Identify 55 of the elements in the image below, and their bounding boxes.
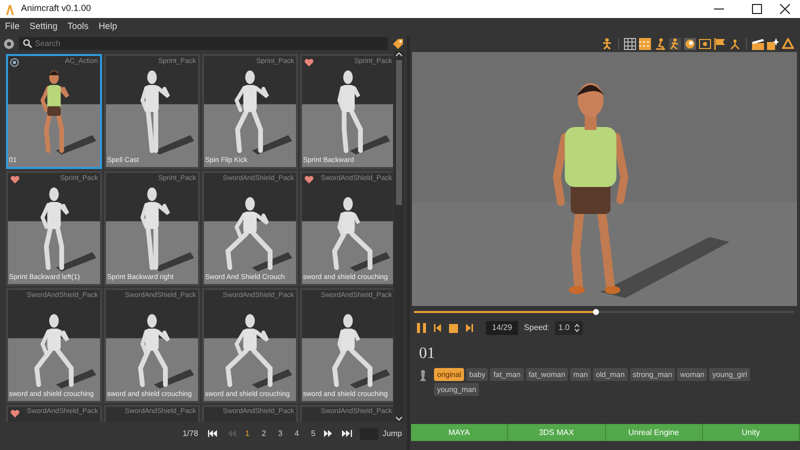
page-link[interactable]: 1 [241,428,254,440]
tag-icon[interactable] [392,38,404,50]
grid-icon[interactable] [624,38,636,50]
target-icon [10,58,19,67]
search-field[interactable]: Search [19,37,388,50]
animation-title: 01 [419,346,436,362]
heart-icon[interactable] [304,58,314,67]
speed-field[interactable]: 1.0 [555,321,584,335]
running-figure-icon[interactable] [669,38,681,50]
close-icon[interactable] [780,4,790,14]
speed-label: Speed: [524,322,550,334]
sphere-icon[interactable] [684,38,696,50]
app-logo-icon [5,4,15,14]
sparkle-icon[interactable] [767,38,779,50]
heart-icon[interactable] [304,175,314,184]
last-page-icon[interactable] [341,429,352,438]
checker-icon[interactable] [639,38,651,50]
step-forward-icon[interactable] [464,323,474,333]
page-link[interactable]: 2 [258,428,270,440]
export-button[interactable]: 3DS MAX [508,424,606,441]
seated-figure-icon[interactable] [654,38,666,50]
search-icon [23,39,32,48]
jump-label: Jump [382,428,402,440]
page-summary: 1/78 [182,428,198,440]
scroll-down-icon[interactable] [394,415,404,422]
page-link[interactable]: 3 [274,428,287,440]
scroll-up-icon[interactable] [394,51,404,58]
export-button[interactable]: Unreal Engine [606,424,703,441]
step-back-icon[interactable] [433,323,443,333]
menu-item[interactable]: Setting [24,20,63,34]
skeleton-icon[interactable] [729,38,741,50]
window-title: Animcraft v0.1.00 [21,2,92,16]
figure-icon [419,370,427,381]
page-link[interactable]: 5 [306,428,320,440]
heart-icon[interactable] [10,409,20,418]
heart-icon[interactable] [10,175,20,184]
clapperboard-icon[interactable] [752,38,764,50]
person-icon[interactable] [601,38,613,50]
flag-icon[interactable] [714,38,726,50]
pause-icon[interactable] [416,322,427,334]
menu-item[interactable]: Tools [62,20,94,34]
menu-item[interactable]: File [0,20,25,34]
page-link[interactable]: 4 [290,428,303,440]
timeline-slider[interactable] [414,311,794,313]
slider-thumb[interactable] [593,309,600,315]
export-button[interactable]: Unity [702,424,800,441]
export-button[interactable]: MAYA [411,424,508,441]
next-page-icon[interactable] [323,429,334,438]
screen-icon[interactable] [699,38,711,50]
maximize-icon[interactable] [752,4,762,14]
scrollbar[interactable] [394,51,404,422]
first-page-icon[interactable] [208,429,220,438]
menu-item[interactable]: Help [94,20,122,34]
stop-icon[interactable] [449,324,458,332]
frame-counter: 14/29 [486,321,518,335]
